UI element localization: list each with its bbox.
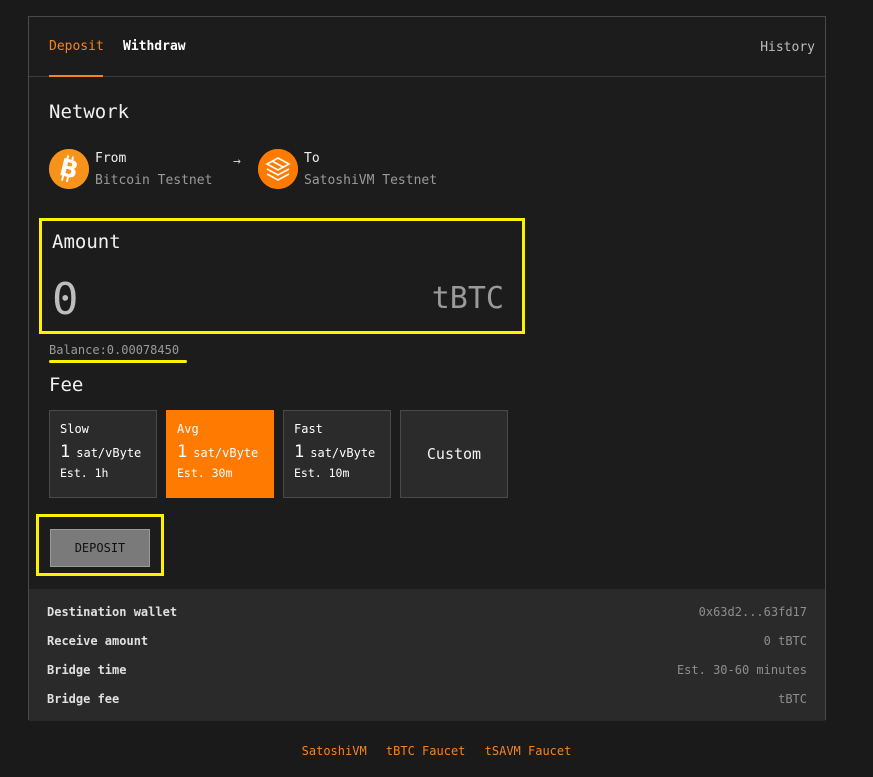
amount-heading: Amount xyxy=(52,231,121,253)
active-tab-indicator xyxy=(49,75,103,77)
bitcoin-icon: B xyxy=(49,149,89,189)
amount-unit: tBTC xyxy=(431,281,504,316)
fee-option-name: Slow xyxy=(60,422,89,436)
fee-option-fast[interactable]: Fast 1 sat/vByte Est. 10m xyxy=(283,410,391,498)
summary-label: Destination wallet xyxy=(47,605,178,619)
tab-history[interactable]: History xyxy=(760,40,815,55)
deposit-button[interactable]: DEPOSIT xyxy=(50,529,150,567)
footer-links: SatoshiVM tBTC Faucet tSAVM Faucet xyxy=(0,744,873,758)
summary-label: Receive amount xyxy=(47,634,149,648)
from-label: From xyxy=(95,151,127,166)
to-label: To xyxy=(304,151,320,166)
summary-value: 0x63d2...63fd17 xyxy=(698,605,807,619)
to-network-name: SatoshiVM Testnet xyxy=(304,173,438,188)
summary-value: 0 tBTC xyxy=(763,634,807,648)
summary-row-destination: Destination wallet 0x63d2...63fd17 xyxy=(47,605,807,623)
fee-option-slow[interactable]: Slow 1 sat/vByte Est. 1h xyxy=(49,410,157,498)
network-heading: Network xyxy=(49,101,130,123)
summary-label: Bridge time xyxy=(47,663,127,677)
from-network-name: Bitcoin Testnet xyxy=(95,173,213,188)
satoshivm-icon xyxy=(258,149,298,189)
summary-label: Bridge fee xyxy=(47,692,120,706)
fee-option-rate: 1 sat/vByte xyxy=(60,442,142,462)
bridge-panel: Deposit Withdraw History Network B From … xyxy=(28,16,826,721)
summary-value: tBTC xyxy=(778,692,807,706)
fee-heading: Fee xyxy=(49,374,84,396)
footer-link-tbtc-faucet[interactable]: tBTC Faucet xyxy=(386,744,465,758)
deposit-highlight: DEPOSIT xyxy=(36,514,164,576)
fee-option-custom[interactable]: Custom xyxy=(400,410,508,498)
footer-link-tsavm-faucet[interactable]: tSAVM Faucet xyxy=(485,744,572,758)
footer-link-satoshivm[interactable]: SatoshiVM xyxy=(302,744,367,758)
fee-option-rate: 1 sat/vByte xyxy=(294,442,376,462)
balance-text: Balance:0.00078450 xyxy=(49,343,180,357)
tab-deposit[interactable]: Deposit xyxy=(49,39,104,54)
summary-value: Est. 30-60 minutes xyxy=(676,663,807,677)
fee-option-avg[interactable]: Avg 1 sat/vByte Est. 30m xyxy=(166,410,274,498)
summary-row-bridge-time: Bridge time Est. 30-60 minutes xyxy=(47,663,807,681)
fee-option-rate: 1 sat/vByte xyxy=(177,442,259,462)
summary-row-bridge-fee: Bridge fee tBTC xyxy=(47,692,807,710)
amount-section: Amount tBTC xyxy=(39,218,525,334)
fee-option-estimate: Est. 1h xyxy=(60,466,109,480)
tab-withdraw[interactable]: Withdraw xyxy=(123,39,186,54)
tab-bar: Deposit Withdraw History xyxy=(29,17,825,77)
fee-option-estimate: Est. 10m xyxy=(294,466,350,480)
summary-panel: Destination wallet 0x63d2...63fd17 Recei… xyxy=(29,589,825,721)
balance-highlight xyxy=(49,360,187,363)
amount-input[interactable] xyxy=(52,273,352,325)
arrow-right-icon: → xyxy=(233,154,241,169)
fee-option-name: Fast xyxy=(294,422,323,436)
fee-option-estimate: Est. 30m xyxy=(177,466,233,480)
summary-row-receive: Receive amount 0 tBTC xyxy=(47,634,807,652)
custom-fee-label: Custom xyxy=(426,445,482,463)
fee-option-name: Avg xyxy=(177,422,199,436)
